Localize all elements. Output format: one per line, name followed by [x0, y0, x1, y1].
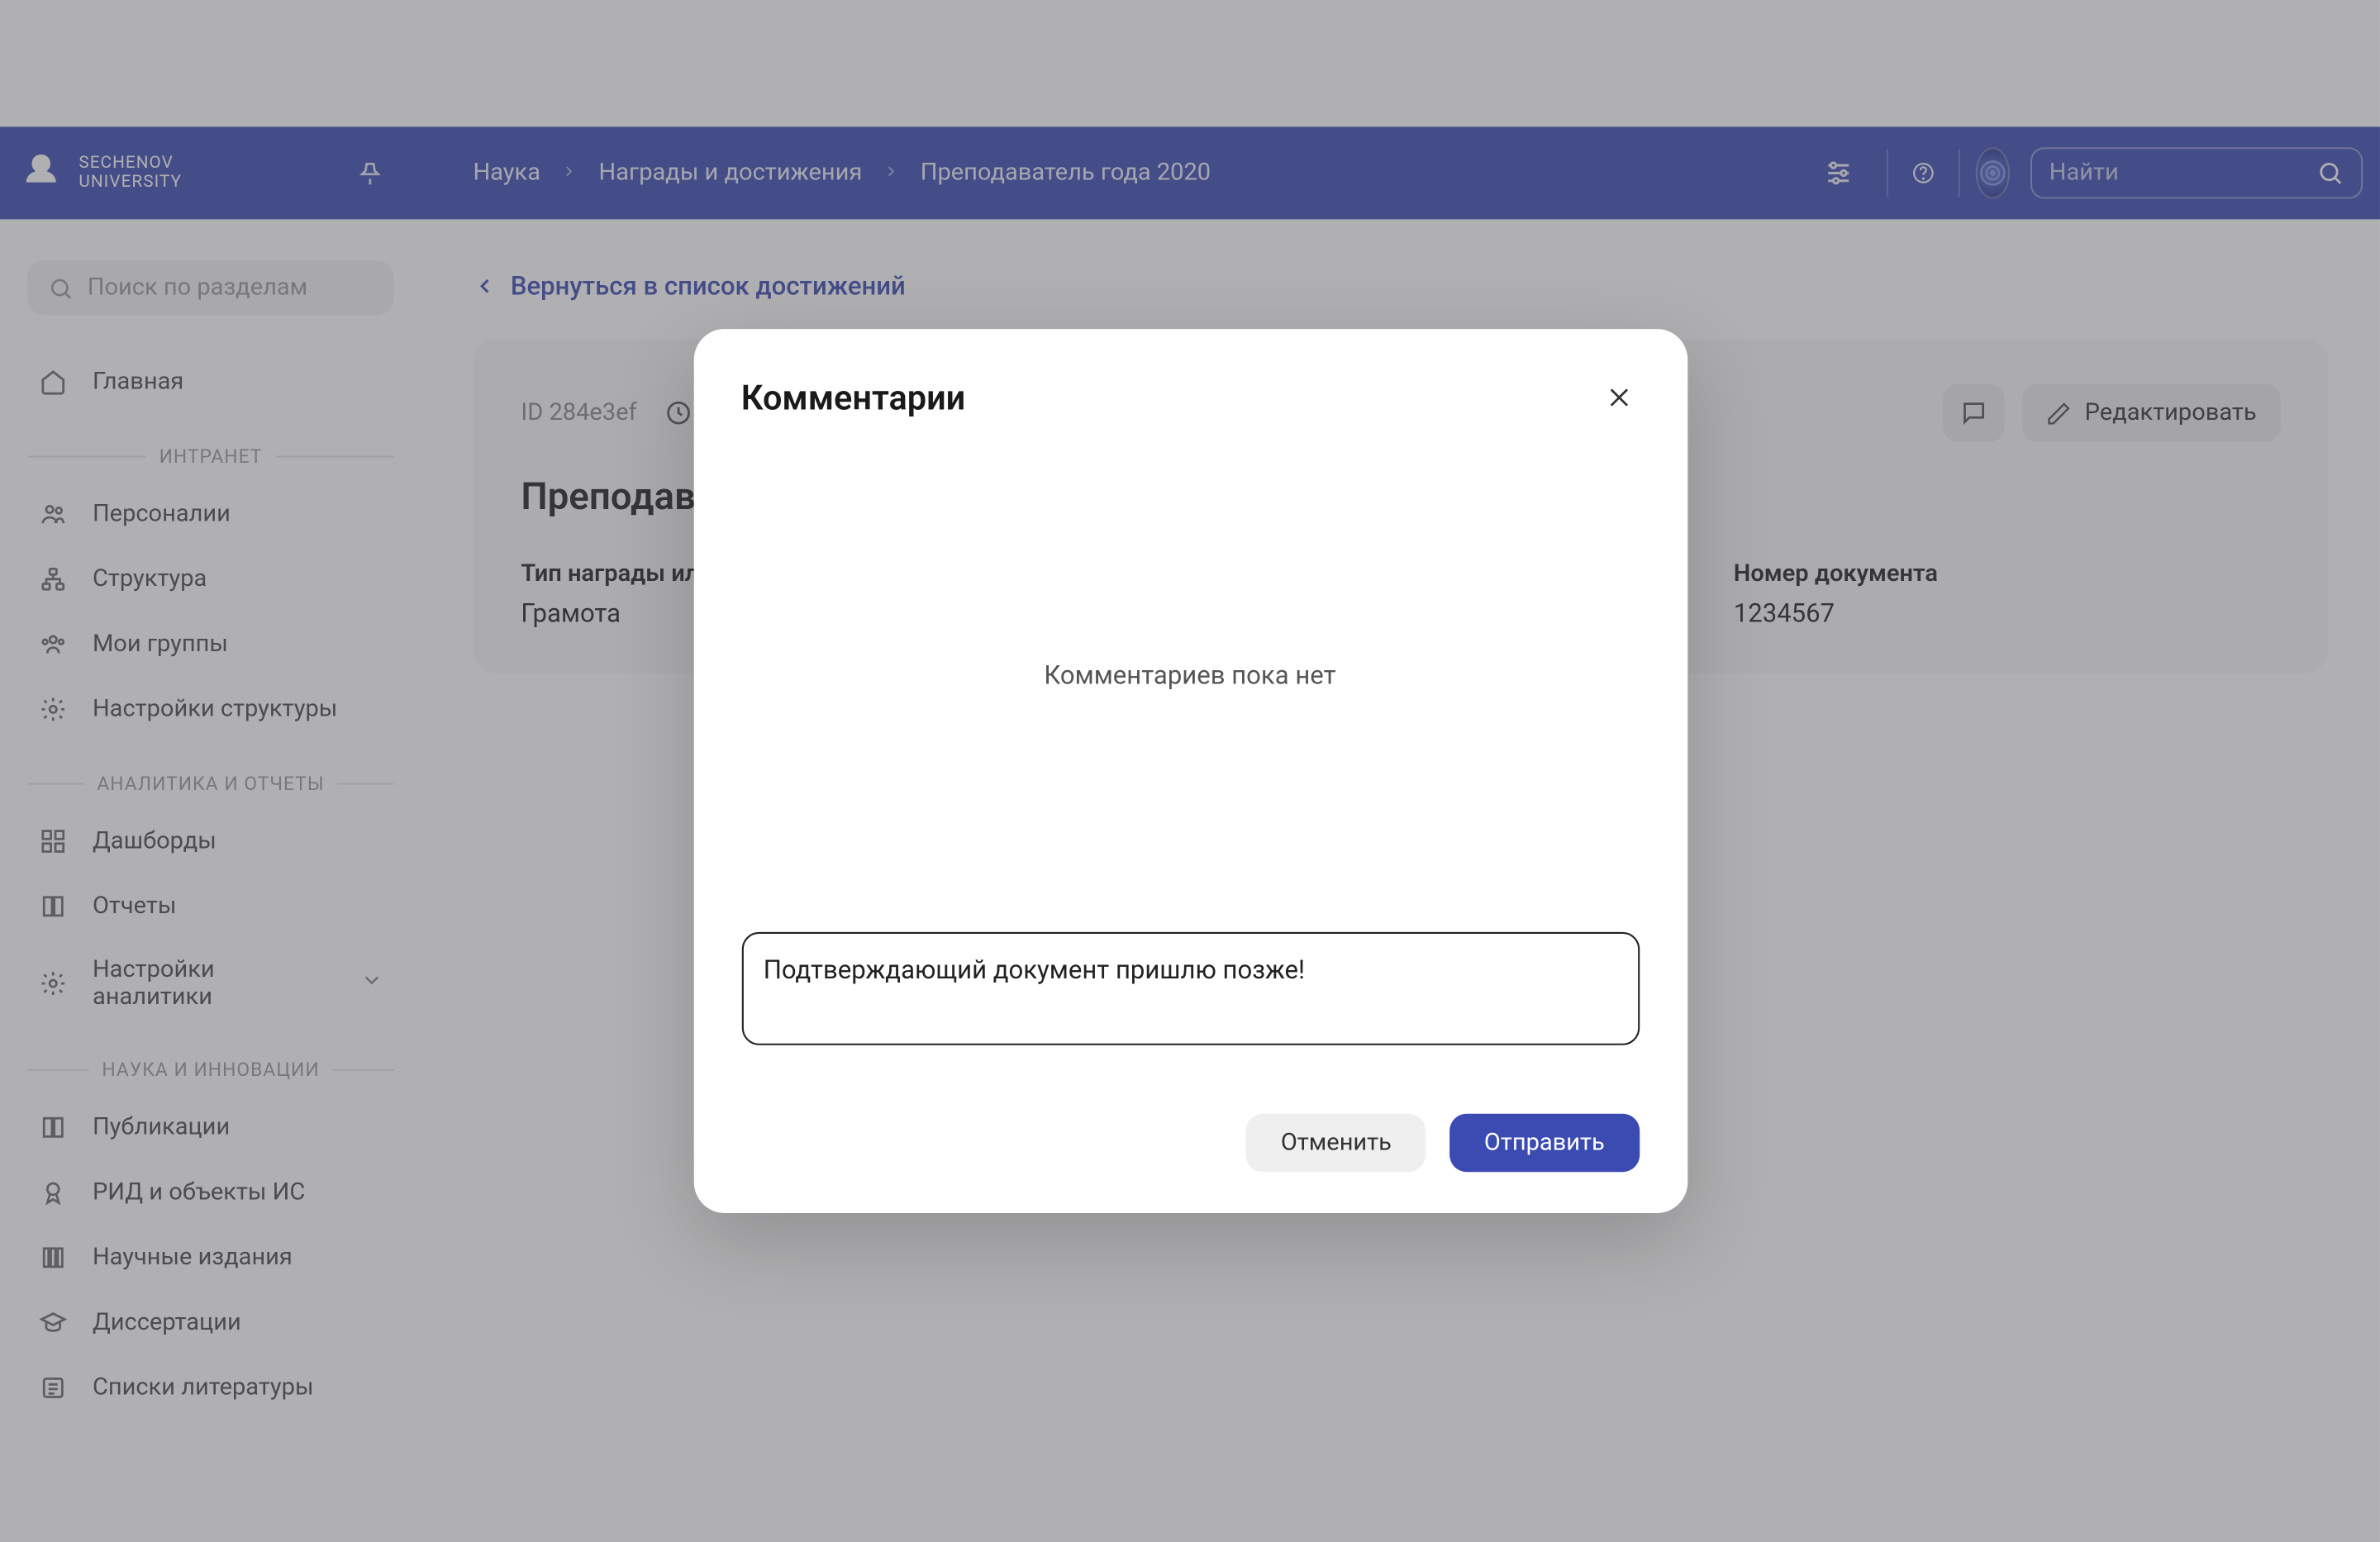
close-button[interactable] — [1597, 377, 1639, 418]
comment-input[interactable] — [741, 932, 1639, 1045]
cancel-button[interactable]: Отменить — [1246, 1114, 1426, 1172]
comments-modal: Комментарии Комментариев пока нет Отмени… — [693, 329, 1687, 1213]
close-icon — [1605, 383, 1632, 411]
modal-title: Комментарии — [741, 377, 966, 418]
submit-button[interactable]: Отправить — [1449, 1114, 1639, 1172]
modal-overlay[interactable]: Комментарии Комментариев пока нет Отмени… — [0, 0, 2380, 1542]
modal-empty-state: Комментариев пока нет — [741, 418, 1639, 932]
